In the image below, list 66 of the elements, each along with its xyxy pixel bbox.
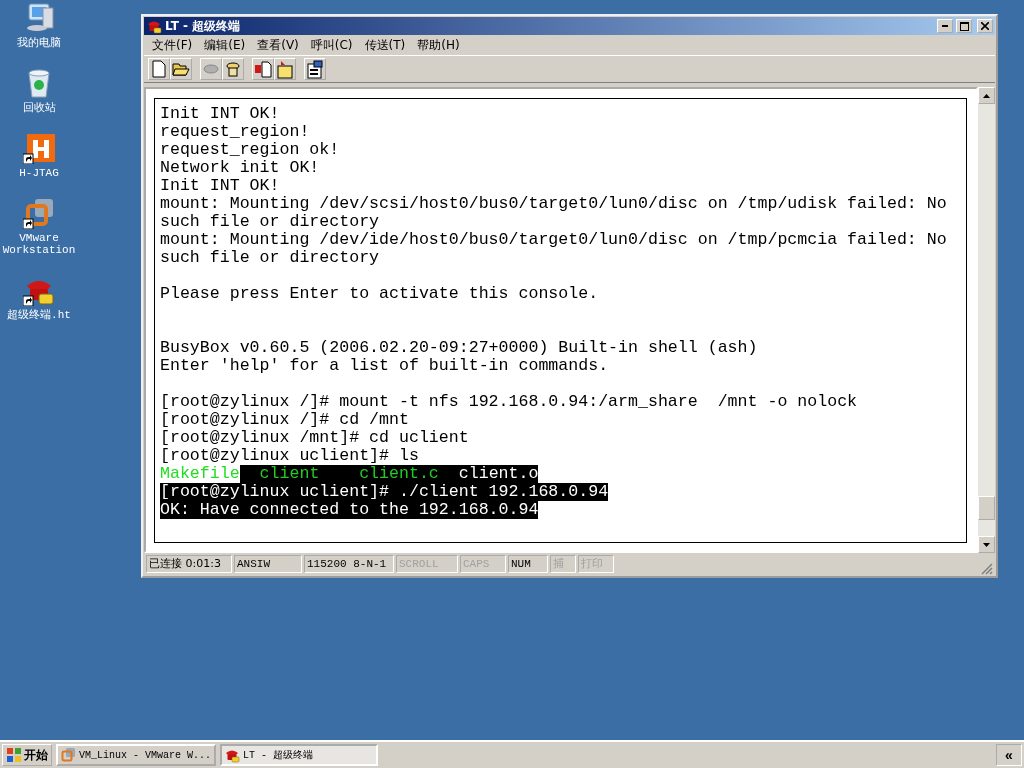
properties-icon bbox=[307, 59, 323, 79]
toolbar-button[interactable] bbox=[170, 58, 192, 80]
toolbar-button[interactable] bbox=[304, 58, 326, 80]
terminal-text: mount: Mounting /dev/scsi/host0/bus0/target0/lun0/disc on /tmp/udisk failed: No bbox=[160, 195, 947, 213]
taskbar-button[interactable]: LT - 超级终端 bbox=[220, 744, 378, 766]
start-button[interactable]: 开始 bbox=[2, 744, 52, 766]
down-arrow-icon bbox=[983, 542, 990, 547]
scrollbar[interactable] bbox=[978, 87, 995, 553]
menu-item[interactable]: 文件(F) bbox=[146, 36, 199, 54]
scroll-thumb[interactable] bbox=[978, 496, 995, 520]
terminal-text: [root@zylinux /]# mount -t nfs 192.168.0.94:/arm_share /mnt -o nolock bbox=[160, 393, 858, 411]
maximize-button[interactable] bbox=[956, 19, 972, 33]
desktop-icon-label[interactable]: 超级终端.ht bbox=[1, 309, 77, 321]
app-icon bbox=[23, 197, 55, 229]
status-pane: NUM bbox=[508, 555, 548, 573]
app-icon bbox=[60, 747, 76, 763]
status-pane: 已连接 0:01:3 bbox=[146, 555, 232, 573]
terminal-text: Enter 'help' for a list of built-in commands. bbox=[160, 357, 609, 375]
terminal-text: BusyBox v0.60.5 (2006.02.20-09:27+0000) Built-in shell (ash) bbox=[160, 339, 758, 357]
desktop-icon-label[interactable]: 回收站 bbox=[1, 102, 77, 114]
desktop-icon-label[interactable]: 我的电脑 bbox=[1, 37, 77, 49]
terminal-text: [root@zylinux /mnt]# cd uclient bbox=[160, 429, 469, 447]
terminal-text: Init INT OK! bbox=[160, 177, 280, 195]
menu-item[interactable]: 查看(V) bbox=[251, 36, 305, 54]
terminal-text: request_region! bbox=[160, 123, 310, 141]
windows-flag-icon bbox=[6, 747, 22, 763]
receive-folder-icon bbox=[277, 59, 293, 79]
new-document-icon bbox=[152, 60, 166, 78]
terminal-text: Makefile bbox=[160, 465, 240, 483]
maximize-icon bbox=[959, 21, 969, 31]
tray-expand-button[interactable]: « bbox=[996, 744, 1022, 766]
window-title: LT - 超级终端 bbox=[165, 17, 242, 35]
terminal-text: [root@zylinux uclient]# ls bbox=[160, 447, 419, 465]
terminal-text: such file or directory bbox=[160, 249, 380, 267]
terminal-text: OK: Have connected to the 192.168.0.94 bbox=[160, 501, 539, 519]
status-pane: ANSIW bbox=[234, 555, 302, 573]
scroll-up-button[interactable] bbox=[978, 87, 995, 104]
minimize-icon bbox=[942, 25, 948, 27]
up-arrow-icon bbox=[983, 93, 990, 98]
terminal-text: Please press Enter to activate this console. bbox=[160, 285, 599, 303]
terminal-text: mount: Mounting /dev/ide/host0/bus0/target0/lun0/disc on /tmp/pcmcia failed: No bbox=[160, 231, 947, 249]
terminal-text: Init INT OK! bbox=[160, 105, 280, 123]
terminal-text: [root@zylinux uclient]# ./client 192.168.0.94 bbox=[160, 483, 609, 501]
toolbar-button[interactable] bbox=[222, 58, 244, 80]
taskbar-button[interactable]: VM_Linux - VMware W... bbox=[56, 744, 216, 766]
close-icon bbox=[981, 22, 989, 30]
terminal-text: [root@zylinux /]# cd /mnt bbox=[160, 411, 409, 429]
minimize-button[interactable] bbox=[937, 19, 953, 33]
send-document-icon bbox=[254, 60, 272, 78]
terminal-text: client client.c bbox=[239, 465, 439, 483]
resize-grip-icon[interactable] bbox=[981, 563, 993, 575]
app-icon bbox=[23, 132, 55, 164]
menu-item[interactable]: 传送(T) bbox=[358, 36, 412, 54]
desktop-icon-label[interactable]: VMware Workstation bbox=[1, 232, 77, 256]
menu-item[interactable]: 帮助(H) bbox=[411, 36, 466, 54]
terminal-text: client.o bbox=[438, 465, 539, 483]
scroll-down-button[interactable] bbox=[978, 536, 995, 553]
open-folder-icon bbox=[172, 62, 190, 76]
menu-item[interactable]: 编辑(E) bbox=[198, 36, 252, 54]
close-button[interactable] bbox=[977, 19, 993, 33]
status-pane: 115200 8-N-1 bbox=[304, 555, 394, 573]
desktop-icon-label[interactable]: H-JTAG bbox=[1, 167, 77, 179]
terminal-text: request_region ok! bbox=[160, 141, 340, 159]
terminal-text: such file or directory bbox=[160, 213, 380, 231]
menu-item[interactable]: 呼叫(C) bbox=[304, 36, 359, 54]
terminal-text: Network init OK! bbox=[160, 159, 320, 177]
